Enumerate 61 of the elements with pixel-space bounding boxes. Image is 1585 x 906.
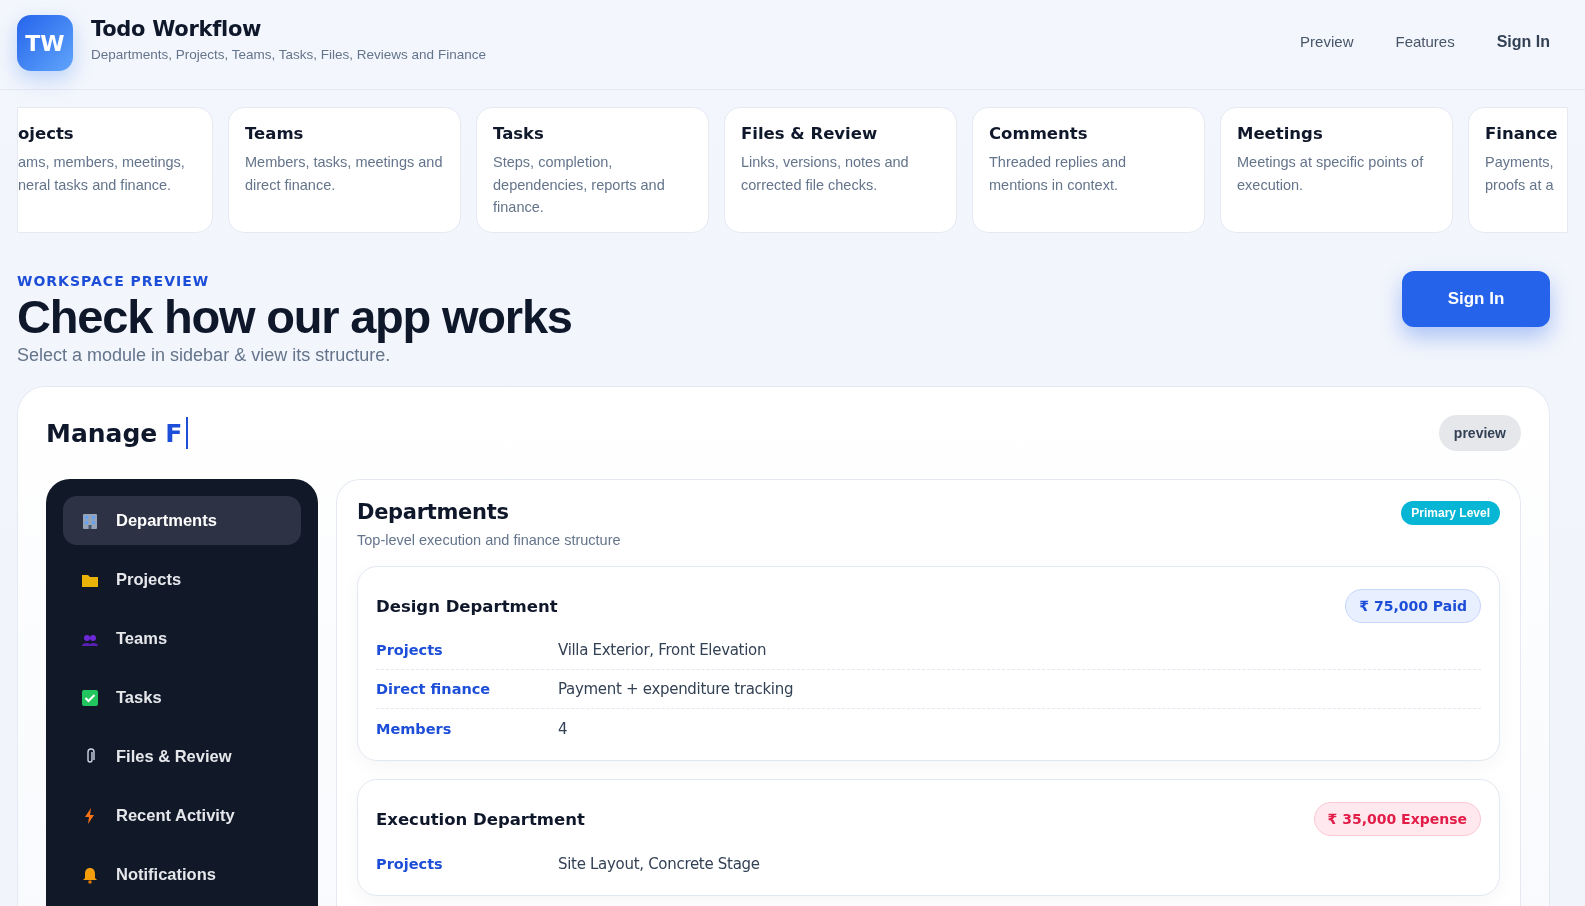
feature-description: Threaded replies and [989,153,1128,172]
field-value: Payment + expenditure tracking [558,680,794,698]
panel-title: Manage [46,418,158,448]
field-value: Villa Exterior, Front Elevation [558,641,767,659]
feature-title: Tasks [493,124,545,143]
checkbox-icon [81,688,99,707]
sidebar-item[interactable]: Recent Activity [63,791,301,840]
feature-description: ams, members, meetings, [18,153,186,172]
feature-title: Finance [1485,124,1559,143]
section-subtitle: Select a module in sidebar & view its structure. [17,345,392,366]
sign-in-button[interactable]: Sign In [1402,271,1550,327]
department-name: Design Department [376,596,558,616]
feature-description: finance. [493,198,545,217]
feature-description: Steps, completion, [493,153,614,172]
feature-title: Comments [989,124,1089,143]
field-value: Site Layout, Concrete Stage [558,854,760,873]
bell-icon [81,865,99,884]
section-title: Check how our app works [17,289,572,345]
sidebar-item[interactable]: Departments [63,496,301,545]
sidebar-item[interactable]: Teams [63,614,301,663]
nav-link[interactable]: Preview [1300,33,1354,51]
feature-description: mentions in context. [989,175,1119,195]
amount-badge: ₹ 35,000 Expense [1313,802,1481,836]
field-label: Projects [376,855,444,872]
building-icon [81,511,99,530]
nav-link[interactable]: Sign In [1496,33,1550,51]
sidebar-item[interactable]: Files & Review [63,732,301,781]
feature-description: corrected file checks. [741,175,879,195]
field-label: Members [376,720,453,737]
field-value: 4 [558,719,568,738]
nav-link[interactable]: Features [1395,33,1455,51]
feature-title: Meetings [1237,124,1324,143]
content-subtitle: Top-level execution and finance structure [357,532,621,548]
sidebar-item[interactable]: Projects [63,555,301,604]
level-badge: Primary Level [1401,501,1500,525]
content-title: Departments [357,500,510,524]
feature-title: Teams [245,124,305,143]
feature-description: Meetings at specific points of [1237,153,1425,172]
app-subtitle: Departments, Projects, Teams, Tasks, Files, Reviews and Finance [91,47,486,62]
app-title: Todo Workflow [91,17,263,41]
amount-badge: ₹ 75,000 Paid [1345,589,1481,623]
feature-description: Payments, [1485,153,1555,172]
feature-description: neral tasks and finance. [18,175,173,195]
feature-description: proofs at a [1485,175,1555,195]
sidebar-item[interactable]: Notifications [63,850,301,899]
feature-description: direct finance. [245,175,337,195]
feature-description: Members, tasks, meetings and [245,153,444,172]
feature-description: execution. [1237,175,1305,195]
field-label: Projects [376,642,444,658]
app-logo[interactable]: TW [17,15,73,71]
preview-pill: preview [1438,415,1521,451]
text-caret [186,417,189,449]
feature-title: ojects [18,124,75,143]
sidebar-item[interactable]: Tasks [63,673,301,722]
feature-title: Files & Review [741,124,879,143]
department-name: Execution Department [376,809,585,829]
feature-description: Links, versions, notes and [741,153,910,172]
feature-description: dependencies, reports and [493,175,666,195]
section-eyebrow: WORKSPACE PREVIEW [17,273,211,289]
typed-text: F [165,418,183,448]
field-label: Direct finance [376,681,492,697]
